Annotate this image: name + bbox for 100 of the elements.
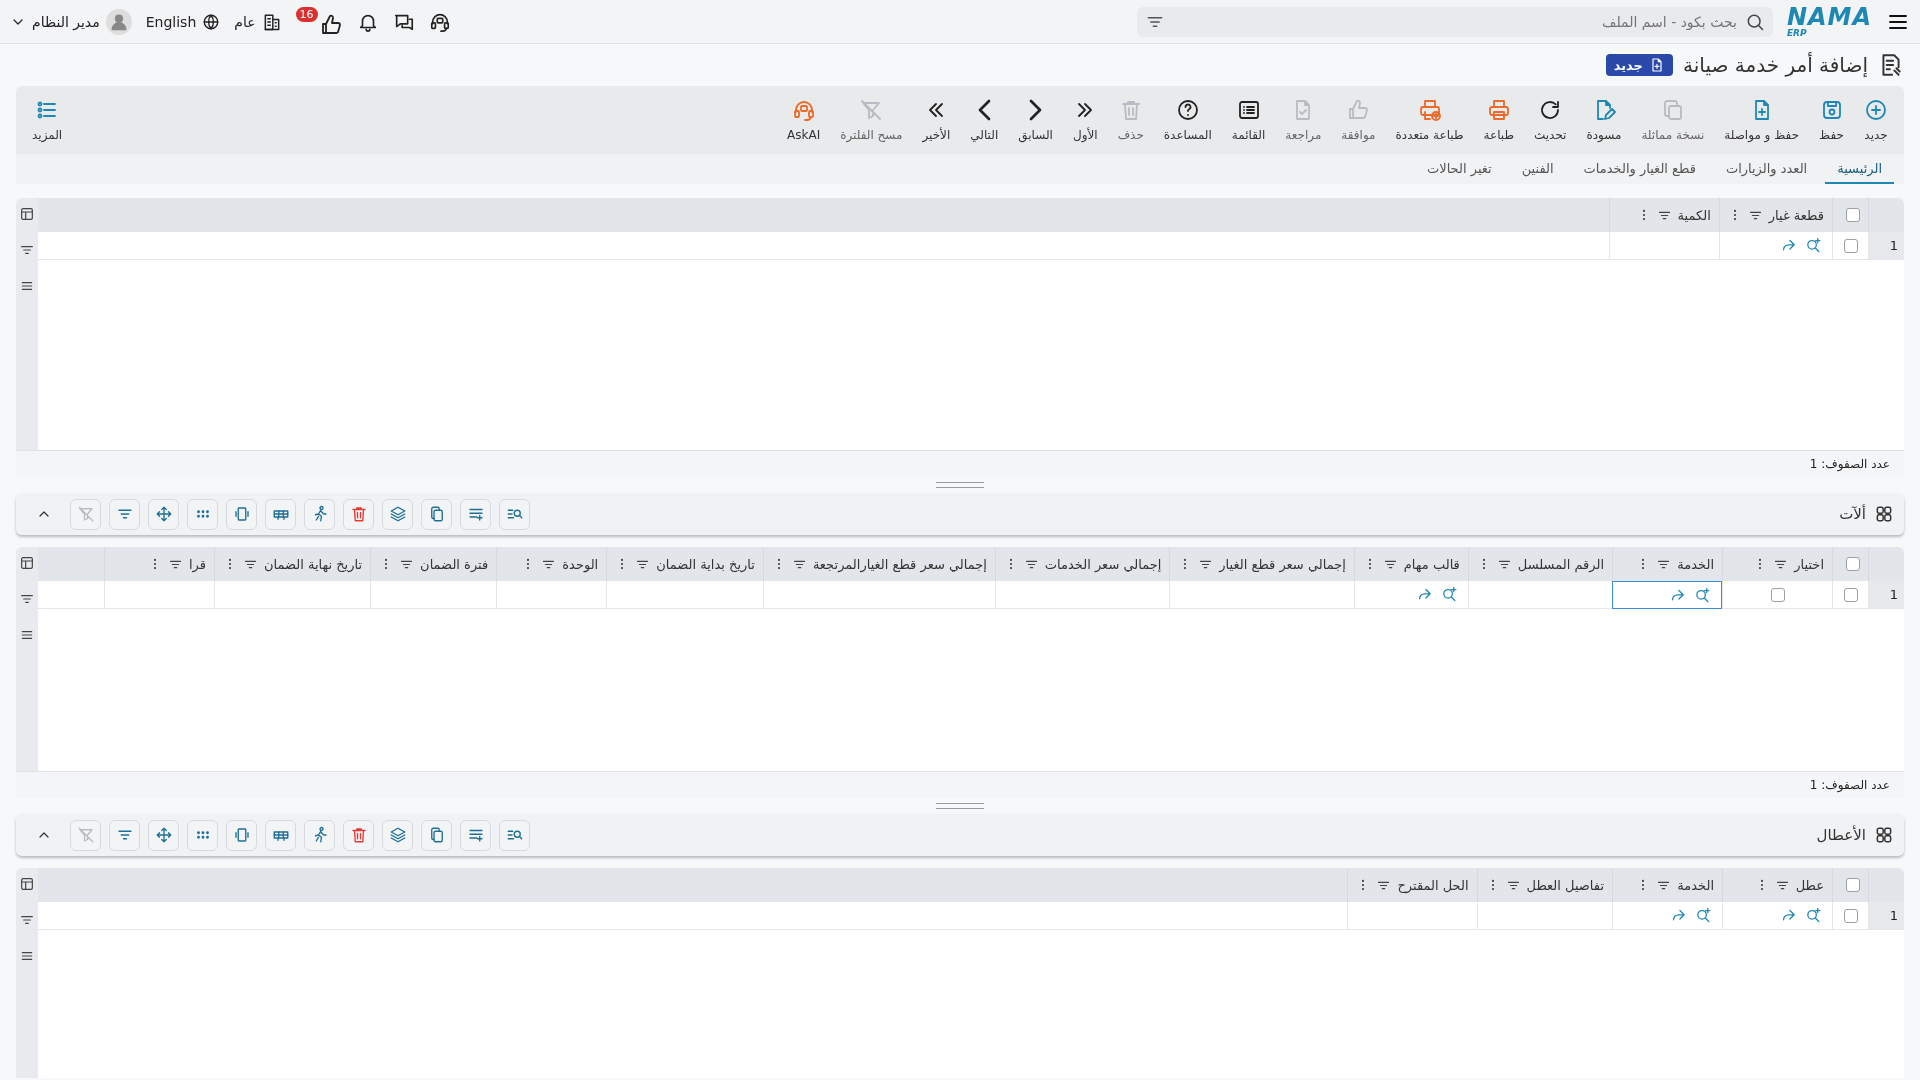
row-count: عدد الصفوف: 1 (1809, 457, 1890, 471)
fit-width-icon (232, 826, 251, 844)
printer-plus-icon (1417, 98, 1442, 122)
row-checkbox[interactable] (1843, 908, 1858, 923)
tool-button[interactable] (226, 498, 257, 530)
column-header: الوحدة (562, 556, 599, 572)
tool-button[interactable] (265, 819, 296, 851)
column-header: قالب مهام (1403, 556, 1460, 572)
search-plus-icon[interactable] (1694, 586, 1711, 604)
tab[interactable]: تغير الحالات (1415, 155, 1504, 184)
printer-icon (1486, 98, 1511, 122)
toolbar-button[interactable]: الأول (1062, 98, 1108, 142)
table-settings-icon[interactable] (19, 206, 35, 222)
cell-checkbox[interactable] (1770, 587, 1785, 602)
tab[interactable]: الرئيسية (1825, 155, 1894, 184)
branch-selector[interactable]: عام (234, 11, 282, 32)
layers-icon (388, 505, 407, 523)
user-menu[interactable]: مدير النظام (10, 8, 132, 35)
table-cell[interactable] (1612, 581, 1722, 609)
section-title: الأعطال (1816, 826, 1866, 844)
tool-button[interactable] (148, 498, 179, 530)
more-button[interactable]: المزيد (22, 98, 73, 142)
tab[interactable]: العدد والزيارات (1713, 155, 1820, 184)
search-field[interactable]: بحث بكود - اسم الملف (1136, 6, 1773, 37)
toolbar-button[interactable]: طباعة (1473, 98, 1524, 142)
tool-button[interactable] (226, 819, 257, 851)
search-plus-icon[interactable] (1440, 586, 1458, 603)
row-checkbox[interactable] (1843, 587, 1858, 602)
move-icon (154, 826, 173, 844)
column-header: الخدمة (1677, 556, 1714, 572)
column-header: إجمالي سعر قطع الغيارالمرتجعة (812, 556, 987, 572)
column-header: تاريخ بداية الضمان (656, 556, 755, 572)
filter-off-icon (76, 505, 95, 523)
row-checkbox[interactable] (1843, 238, 1858, 253)
toolbar-button[interactable]: الأخير (912, 98, 961, 142)
row-count: عدد الصفوف: 1 (1809, 778, 1890, 792)
tab[interactable]: الفنين (1509, 155, 1566, 184)
table-settings-icon[interactable] (19, 555, 35, 571)
tool-button[interactable] (148, 819, 179, 851)
select-all-checkbox[interactable] (1846, 878, 1860, 892)
search-plus-icon[interactable] (1695, 907, 1712, 924)
tool-button[interactable] (421, 498, 452, 530)
section-title: ألآت (1839, 505, 1866, 523)
toolbar-button[interactable]: حفظ (1809, 98, 1854, 142)
table-settings-icon[interactable] (19, 876, 35, 892)
column-header: تفاصيل العطل (1526, 877, 1604, 893)
row-number: 1 (1868, 902, 1904, 930)
chevron-icon (976, 98, 992, 122)
count-badge: 16 (295, 6, 318, 22)
status-badge: جديد (1605, 54, 1673, 76)
tool-button[interactable] (343, 819, 374, 851)
search-plus-icon[interactable] (1805, 907, 1822, 924)
tool-button[interactable] (421, 819, 452, 851)
toolbar-button[interactable]: السابق (1008, 98, 1063, 142)
toolbar-button[interactable]: المساعدة (1153, 98, 1222, 142)
search-plus-icon[interactable] (1805, 237, 1822, 254)
tool-button[interactable] (304, 498, 335, 530)
tool-button[interactable] (187, 498, 218, 530)
tool-button[interactable] (460, 819, 491, 851)
language-selector[interactable]: English (145, 12, 221, 31)
tool-button[interactable] (499, 819, 530, 851)
page-title: إضافة أمر خدمة صيانة (1683, 53, 1868, 77)
tool-button[interactable] (382, 819, 413, 851)
column-header: الحل المقترح (1397, 877, 1469, 893)
column-header: الخدمة (1677, 877, 1714, 893)
tool-button[interactable] (265, 498, 296, 530)
toolbar-button[interactable]: طباعة متعددة (1385, 98, 1474, 142)
column-header: قرا (188, 556, 206, 572)
toolbar-button[interactable]: جديد (1854, 98, 1898, 142)
move-icon (154, 505, 173, 523)
tool-button[interactable] (304, 819, 335, 851)
toolbar-button[interactable]: حفظ و مواصلة (1714, 98, 1810, 142)
toolbar-button[interactable]: AskAI (777, 98, 831, 142)
dashboard-icon (1874, 825, 1894, 845)
chevron-icon (1028, 98, 1044, 122)
tool-button[interactable] (382, 498, 413, 530)
toolbar-button[interactable]: مسودة (1576, 98, 1632, 142)
column-header: تاريخ نهاية الضمان (263, 556, 363, 572)
select-all-checkbox[interactable] (1846, 557, 1860, 571)
tool-button[interactable] (460, 498, 491, 530)
column-header: قطعة غيار (1768, 207, 1824, 223)
filter-off-icon (859, 98, 884, 122)
column-header: إجمالي سعر الخدمات (1044, 556, 1162, 572)
globe-icon (202, 12, 221, 31)
tool-button[interactable] (187, 819, 218, 851)
tool-button[interactable] (343, 498, 374, 530)
column-header: إجمالي سعر قطع الغيار (1219, 556, 1346, 572)
tool-button[interactable] (109, 819, 140, 851)
toolbar-button[interactable]: التالي (960, 98, 1009, 142)
column-header: فترة الضمان (420, 556, 489, 572)
select-all-checkbox[interactable] (1846, 208, 1860, 222)
dashboard-icon (1874, 504, 1894, 524)
logo: NAMA ERP (1786, 5, 1872, 38)
tab[interactable]: قطع الغيار والخدمات (1571, 155, 1708, 184)
toolbar-button[interactable]: تحديث (1523, 98, 1577, 142)
tool-button[interactable] (109, 498, 140, 530)
headset-icon (791, 98, 816, 122)
toolbar-button[interactable]: القائمة (1221, 98, 1276, 142)
row-number: 1 (1868, 581, 1904, 609)
tool-button[interactable] (499, 498, 530, 530)
